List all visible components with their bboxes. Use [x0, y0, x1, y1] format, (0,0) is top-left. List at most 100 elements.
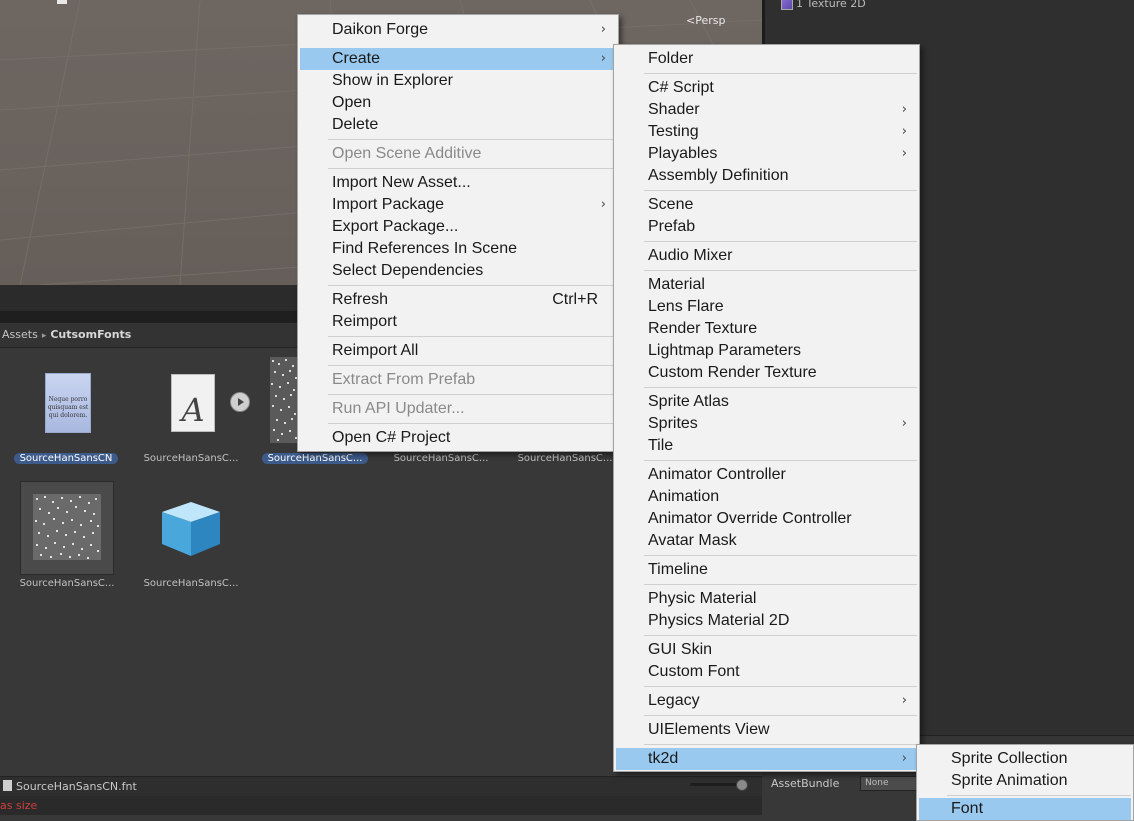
menu-item-create[interactable]: Create ›: [300, 48, 616, 70]
menu-item-label: Select Dependencies: [332, 262, 484, 279]
menu-item-label: Lens Flare: [648, 298, 724, 315]
menu-item-gui-skin[interactable]: GUI Skin: [616, 639, 917, 661]
asset-label: SourceHanSansC...: [393, 453, 489, 464]
menu-item-timeline[interactable]: Timeline: [616, 559, 917, 581]
menu-separator: [644, 555, 917, 556]
menu-item-reimport[interactable]: Reimport: [300, 311, 616, 333]
menu-item-label: Tile: [648, 437, 674, 454]
menu-item-export-package[interactable]: Export Package...: [300, 216, 616, 238]
menu-separator: [644, 686, 917, 687]
menu-item-label: C# Script: [648, 79, 714, 96]
menu-item-tile[interactable]: Tile: [616, 435, 917, 457]
font-asset-thumbnail[interactable]: A: [171, 374, 215, 432]
menu-item-label: Sprite Animation: [951, 772, 1068, 789]
menu-item-sprite-collection[interactable]: Sprite Collection: [919, 748, 1131, 770]
menu-item-lens-flare[interactable]: Lens Flare: [616, 296, 917, 318]
menu-item-physic-material[interactable]: Physic Material: [616, 588, 917, 610]
menu-item-lightmap-parameters[interactable]: Lightmap Parameters: [616, 340, 917, 362]
menu-item-sprite-atlas[interactable]: Sprite Atlas: [616, 391, 917, 413]
menu-item-playables[interactable]: Playables ›: [616, 143, 917, 165]
noise-texture-thumbnail[interactable]: [270, 357, 298, 443]
menu-separator: [328, 336, 616, 337]
menu-item-label: Folder: [648, 50, 694, 67]
menu-item-label: Testing: [648, 123, 699, 140]
menu-item-assembly-definition[interactable]: Assembly Definition: [616, 165, 917, 187]
menu-item-material[interactable]: Material: [616, 274, 917, 296]
menu-separator: [328, 423, 616, 424]
menu-item-select-dependencies[interactable]: Select Dependencies: [300, 260, 616, 282]
menu-item-sprite-animation[interactable]: Sprite Animation: [919, 770, 1131, 792]
menu-item-reimport-all[interactable]: Reimport All: [300, 340, 616, 362]
submenu-arrow-icon: ›: [600, 51, 606, 66]
project-status-bar: SourceHanSansCN.fnt: [0, 776, 762, 796]
menu-item-find-references[interactable]: Find References In Scene: [300, 238, 616, 260]
menu-item-show-in-explorer[interactable]: Show in Explorer: [300, 70, 616, 92]
menu-item-label: Sprite Collection: [951, 750, 1068, 767]
menu-item-animation[interactable]: Animation: [616, 486, 917, 508]
menu-item-render-texture[interactable]: Render Texture: [616, 318, 917, 340]
menu-item-physics-material-2d[interactable]: Physics Material 2D: [616, 610, 917, 632]
assetbundle-dropdown[interactable]: None: [860, 776, 922, 791]
tk2d-submenu: Sprite Collection Sprite Animation Font: [916, 744, 1134, 821]
persp-label[interactable]: <Persp: [686, 14, 725, 27]
menu-separator: [644, 387, 917, 388]
menu-item-daikon-forge[interactable]: Daikon Forge ›: [300, 19, 616, 41]
selected-file-path: SourceHanSansCN.fnt: [16, 780, 137, 793]
menu-item-shader[interactable]: Shader ›: [616, 99, 917, 121]
menu-item-label: Extract From Prefab: [332, 371, 476, 388]
menu-item-refresh[interactable]: Refresh Ctrl+R: [300, 289, 616, 311]
menu-item-tk2d[interactable]: tk2d ›: [616, 748, 917, 770]
menu-item-sprites[interactable]: Sprites ›: [616, 413, 917, 435]
menu-separator: [947, 795, 1131, 796]
console-status[interactable]: as size: [0, 796, 762, 815]
menu-item-folder[interactable]: Folder: [616, 48, 917, 70]
slider-handle[interactable]: [736, 779, 748, 791]
file-icon: [3, 780, 12, 791]
scene-gizmo: [57, 0, 67, 4]
menu-separator: [328, 285, 616, 286]
menu-item-open-csharp-project[interactable]: Open C# Project: [300, 427, 616, 449]
menu-item-label: Open: [332, 94, 372, 111]
menu-item-font[interactable]: Font: [919, 798, 1131, 820]
menu-separator: [328, 139, 616, 140]
menu-item-label: Lightmap Parameters: [648, 342, 801, 359]
menu-item-legacy[interactable]: Legacy ›: [616, 690, 917, 712]
breadcrumb-folder[interactable]: CutsomFonts: [50, 328, 131, 341]
menu-item-label: Delete: [332, 116, 379, 133]
menu-separator: [644, 584, 917, 585]
menu-item-avatar-mask[interactable]: Avatar Mask: [616, 530, 917, 552]
menu-item-label: Import Package: [332, 196, 445, 213]
menu-item-import-package[interactable]: Import Package ›: [300, 194, 616, 216]
menu-item-label: Reimport All: [332, 342, 419, 359]
menu-item-import-new-asset[interactable]: Import New Asset...: [300, 172, 616, 194]
submenu-arrow-icon: ›: [901, 416, 907, 431]
text-asset-thumbnail[interactable]: Neque porro quisquam est qui dolorem.: [45, 373, 91, 433]
menu-item-scene[interactable]: Scene: [616, 194, 917, 216]
menu-item-uielements-view[interactable]: UIElements View: [616, 719, 917, 741]
menu-item-animator-override-controller[interactable]: Animator Override Controller: [616, 508, 917, 530]
breadcrumb-root[interactable]: Assets: [2, 328, 38, 341]
expand-play-icon[interactable]: [230, 392, 250, 412]
prefab-cube-icon[interactable]: [160, 500, 222, 558]
menu-item-testing[interactable]: Testing ›: [616, 121, 917, 143]
asset-label: SourceHanSansC...: [143, 578, 239, 589]
menu-item-audio-mixer[interactable]: Audio Mixer: [616, 245, 917, 267]
menu-item-label: Create: [332, 50, 381, 67]
menu-item-csharp-script[interactable]: C# Script: [616, 77, 917, 99]
menu-separator: [644, 270, 917, 271]
menu-item-animator-controller[interactable]: Animator Controller: [616, 464, 917, 486]
menu-item-open[interactable]: Open: [300, 92, 616, 114]
font-glyph: A: [181, 391, 205, 429]
menu-separator: [644, 460, 917, 461]
menu-item-custom-render-texture[interactable]: Custom Render Texture: [616, 362, 917, 384]
menu-item-label: Scene: [648, 196, 694, 213]
menu-item-delete[interactable]: Delete: [300, 114, 616, 136]
menu-item-prefab[interactable]: Prefab: [616, 216, 917, 238]
texture-item[interactable]: 1 Texture 2D: [781, 0, 866, 10]
menu-item-custom-font[interactable]: Custom Font: [616, 661, 917, 683]
menu-item-label: Custom Font: [648, 663, 740, 680]
assetbundle-label: AssetBundle: [771, 777, 840, 790]
menu-item-label: Import New Asset...: [332, 174, 471, 191]
shortcut-label: Ctrl+R: [552, 291, 598, 308]
menu-item-label: Render Texture: [648, 320, 758, 337]
